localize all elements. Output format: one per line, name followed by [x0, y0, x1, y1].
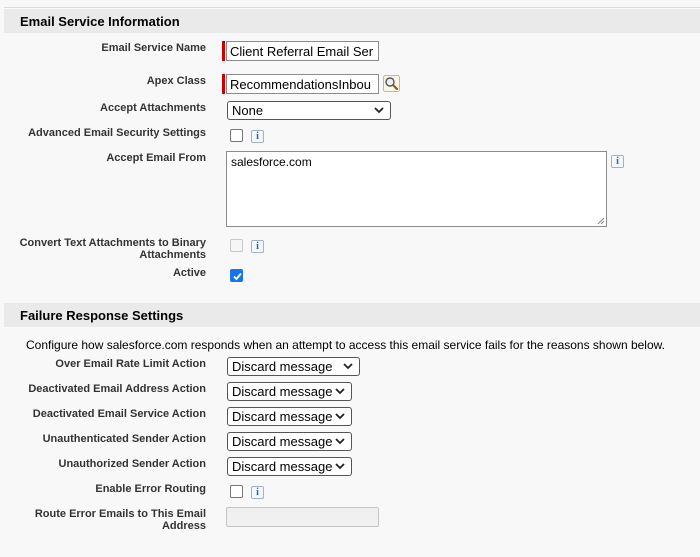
- required-indicator: [222, 74, 225, 94]
- accept-email-from-textarea[interactable]: salesforce.com: [226, 151, 607, 227]
- accept-email-from-label: Accept Email From: [106, 152, 206, 164]
- section-header-failure-response: Failure Response Settings: [4, 303, 700, 327]
- active-checkbox[interactable]: [230, 269, 243, 282]
- advanced-security-checkbox[interactable]: [230, 129, 243, 142]
- unauthorized-sender-value: Discard message: [232, 459, 333, 474]
- required-indicator: [222, 41, 225, 61]
- deactivated-address-value: Discard message: [232, 384, 333, 399]
- top-divider: [4, 7, 700, 8]
- chevron-down-icon: [335, 438, 345, 445]
- accept-email-from-value: salesforce.com: [231, 155, 312, 169]
- deactivated-address-label: Deactivated Email Address Action: [28, 383, 206, 395]
- info-icon[interactable]: i: [251, 240, 264, 253]
- unauthenticated-sender-label: Unauthenticated Sender Action: [42, 433, 206, 445]
- chevron-down-icon: [374, 107, 384, 114]
- apex-class-input[interactable]: RecommendationsInbou: [226, 74, 379, 94]
- accept-attachments-select[interactable]: None: [227, 101, 391, 120]
- section-title: Failure Response Settings: [20, 308, 184, 323]
- unauthenticated-sender-select[interactable]: Discard message: [227, 432, 352, 451]
- unauthenticated-sender-value: Discard message: [232, 434, 333, 449]
- info-icon[interactable]: i: [611, 155, 624, 168]
- deactivated-address-select[interactable]: Discard message: [227, 382, 352, 401]
- failure-description: Configure how salesforce.com responds wh…: [26, 338, 665, 352]
- chevron-down-icon: [335, 413, 345, 420]
- over-rate-limit-value: Discard message: [232, 359, 333, 374]
- deactivated-service-value: Discard message: [232, 409, 333, 424]
- email-service-name-label: Email Service Name: [101, 42, 206, 54]
- chevron-down-icon: [335, 388, 345, 395]
- over-rate-limit-select[interactable]: Discard message: [227, 357, 360, 376]
- enable-error-routing-checkbox[interactable]: [230, 485, 243, 498]
- info-icon[interactable]: i: [251, 130, 264, 143]
- chevron-down-icon: [335, 463, 345, 470]
- convert-text-attachments-checkbox: [230, 239, 243, 252]
- route-error-emails-label: Route Error Emails to This Email Address: [34, 508, 206, 532]
- unauthorized-sender-select[interactable]: Discard message: [227, 457, 352, 476]
- lookup-magnifier-icon[interactable]: [383, 75, 400, 92]
- section-title: Email Service Information: [20, 14, 180, 29]
- over-rate-limit-label: Over Email Rate Limit Action: [55, 358, 206, 370]
- apex-class-label: Apex Class: [146, 75, 206, 87]
- enable-error-routing-label: Enable Error Routing: [95, 483, 206, 495]
- route-error-emails-input: [226, 507, 379, 527]
- advanced-security-label: Advanced Email Security Settings: [28, 127, 206, 139]
- section-header-email-service: Email Service Information: [4, 9, 700, 33]
- accept-attachments-value: None: [232, 103, 264, 118]
- deactivated-service-select[interactable]: Discard message: [227, 407, 352, 426]
- chevron-down-icon: [343, 363, 353, 370]
- email-service-name-input[interactable]: Client Referral Email Ser: [226, 41, 379, 61]
- checkmark-icon: [233, 272, 242, 281]
- active-label: Active: [172, 267, 206, 279]
- deactivated-service-label: Deactivated Email Service Action: [32, 408, 206, 420]
- unauthorized-sender-label: Unauthorized Sender Action: [58, 458, 207, 470]
- info-icon[interactable]: i: [251, 486, 264, 499]
- accept-attachments-label: Accept Attachments: [100, 102, 206, 114]
- convert-text-attachments-label: Convert Text Attachments to Binary Attac…: [19, 237, 206, 261]
- resize-grip-icon[interactable]: [597, 217, 605, 225]
